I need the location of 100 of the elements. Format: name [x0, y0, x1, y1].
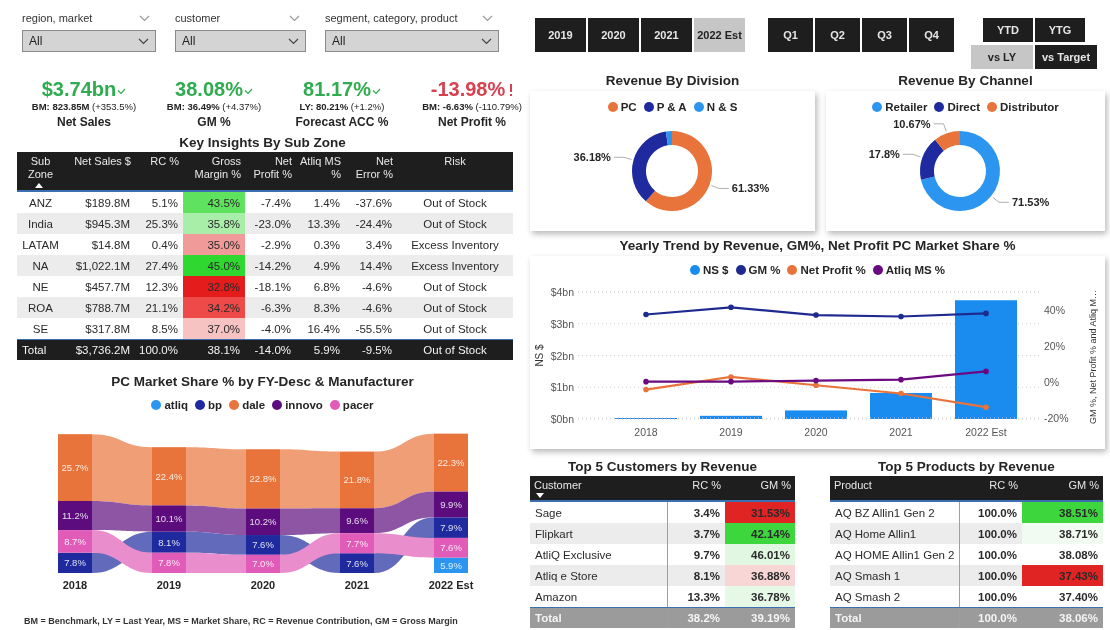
table-cell-text: 100.0% [138, 343, 179, 358]
legend-label[interactable]: PC [620, 101, 637, 113]
axis-label: 2022 Est [965, 426, 1007, 438]
filter-button[interactable]: Q1 [768, 18, 813, 52]
table-cell: 35.8% [183, 213, 245, 234]
data-label: 5.9% [440, 559, 462, 571]
footnote: BM = Benchmark, LY = Last Year, MS = Market Share, RC = Revenue Contribution, GM = Gross Margin [23, 616, 459, 626]
tick-label: 20% [1044, 340, 1065, 352]
table-cell: 32.8% [183, 276, 245, 297]
dropdown[interactable]: All [175, 30, 306, 52]
filter-button[interactable]: 2022 Est [694, 18, 745, 52]
kpi-label: Net Profit % [438, 115, 506, 129]
filter-label: segment, category, product [325, 12, 458, 24]
data-label: 9.9% [440, 499, 462, 510]
column-header[interactable]: GM % [1068, 479, 1099, 492]
filter-button[interactable]: 2021 [641, 18, 692, 52]
data-point [643, 311, 649, 318]
data-label: 17.8% [868, 148, 900, 161]
column-header[interactable]: Gross Margin % [187, 155, 241, 181]
legend-label[interactable]: N & S [706, 101, 738, 113]
legend-label[interactable]: P & A [656, 101, 687, 113]
legend-label[interactable]: bp [208, 399, 223, 411]
legend-label[interactable]: dale [242, 399, 266, 411]
table-cell-text: -4.0% [259, 321, 292, 337]
axis-label: 2018 [634, 426, 658, 438]
column-header[interactable]: RC % [989, 479, 1018, 492]
check-icon [117, 88, 127, 95]
alert-icon [509, 84, 514, 96]
table-title: Top 5 Customers by Revenue [567, 459, 758, 474]
bar [434, 537, 468, 558]
table-cell-text: $189.8M [84, 195, 131, 211]
column-header[interactable]: Net Error % [349, 155, 393, 181]
table-cell-text: ROA [27, 300, 54, 316]
column-header[interactable]: Net Profit % [249, 155, 292, 181]
table-cell-text: $3,736.2M [74, 343, 131, 358]
column-header[interactable]: Net Sales $ [74, 155, 131, 168]
filter-button[interactable]: vs Target [1035, 45, 1097, 69]
data-point [728, 304, 734, 311]
legend-label[interactable]: Direct [947, 101, 980, 113]
filter-button[interactable]: YTD [983, 18, 1033, 42]
legend-label[interactable]: GM % [748, 264, 781, 276]
table-cell-text: Total [21, 343, 48, 358]
table-cell-text: 8.5% [150, 321, 179, 337]
legend-label[interactable]: atliq [164, 399, 189, 411]
table-cell-text: 100.0% [977, 526, 1018, 542]
tick-label: $3bn [550, 317, 574, 330]
filter-button[interactable]: 2019 [535, 18, 586, 52]
column-header[interactable]: Risk [444, 155, 466, 168]
table-cell-text: 3.4% [364, 237, 393, 253]
column-header[interactable]: RC % [150, 155, 179, 168]
column-header[interactable]: Product [834, 479, 872, 492]
table-cell-text: SE [31, 321, 50, 337]
sort-ascending-icon[interactable] [35, 183, 43, 188]
table-cell-text: $1,022.1M [74, 258, 131, 274]
legend-label[interactable]: Net Profit % [800, 264, 866, 276]
filter-button[interactable]: 2020 [588, 18, 639, 52]
column-header[interactable]: Customer [534, 479, 582, 492]
chart-title: Yearly Trend by Revenue, GM%, Net Profit PC Market Share % [618, 238, 1017, 253]
data-label: 7.7% [346, 537, 368, 549]
column-header[interactable]: Atliq MS % [300, 155, 341, 181]
table-cell-text: 0.4% [150, 237, 179, 253]
table-cell-text: $317.8M [84, 321, 131, 337]
legend-label[interactable]: pacer [342, 399, 374, 411]
table-cell-text: Out of Stock [422, 343, 488, 358]
filter-button[interactable]: YTG [1035, 18, 1085, 42]
table-cell-text: 100.0% [977, 547, 1018, 563]
legend-label[interactable]: innovo [285, 399, 323, 411]
kpi-label: Forecast ACC % [295, 115, 389, 129]
table-cell-text: 27.4% [144, 258, 179, 274]
kpi-benchmark: LY: 80.21% (+1.2%) [299, 101, 385, 112]
data-label: 61.33% [731, 182, 770, 195]
filter-button[interactable]: Q3 [862, 18, 907, 52]
column-header[interactable]: GM % [760, 479, 791, 492]
data-point [898, 376, 904, 383]
dropdown[interactable]: All [22, 30, 156, 52]
legend-label[interactable]: Distributor [1000, 101, 1059, 113]
bar [152, 531, 186, 553]
filter-button[interactable]: vs LY [971, 45, 1033, 69]
filter-button[interactable]: Q2 [815, 18, 860, 52]
sort-descending-icon[interactable] [536, 493, 544, 498]
table-cell: 34.2% [183, 297, 245, 318]
legend-label[interactable]: Atliq MS % [885, 264, 946, 276]
legend-label[interactable]: NS $ [702, 264, 729, 276]
legend-label[interactable]: Retailer [885, 101, 928, 113]
table-cell-text: 0.3% [312, 237, 341, 253]
table-cell-text: $945.3M [84, 216, 131, 232]
table-title: Key Insights By Sub Zone [178, 135, 347, 150]
table-cell-text: -55.5% [354, 321, 393, 337]
filter-button[interactable]: Q4 [909, 18, 954, 52]
table-cell: Total [530, 608, 668, 628]
axis-label: 2019 [156, 579, 182, 591]
leader-line [992, 196, 1010, 203]
data-label: 11.2% [61, 510, 89, 522]
column-header[interactable]: Sub Zone [21, 155, 60, 181]
dropdown[interactable]: All [325, 30, 499, 52]
kpi-value: $3.74bn [41, 78, 117, 100]
column-header[interactable]: RC % [692, 479, 721, 492]
table-cell-text: 38.2% [686, 611, 721, 626]
bar [700, 415, 762, 419]
chevron-down-icon [289, 14, 300, 22]
